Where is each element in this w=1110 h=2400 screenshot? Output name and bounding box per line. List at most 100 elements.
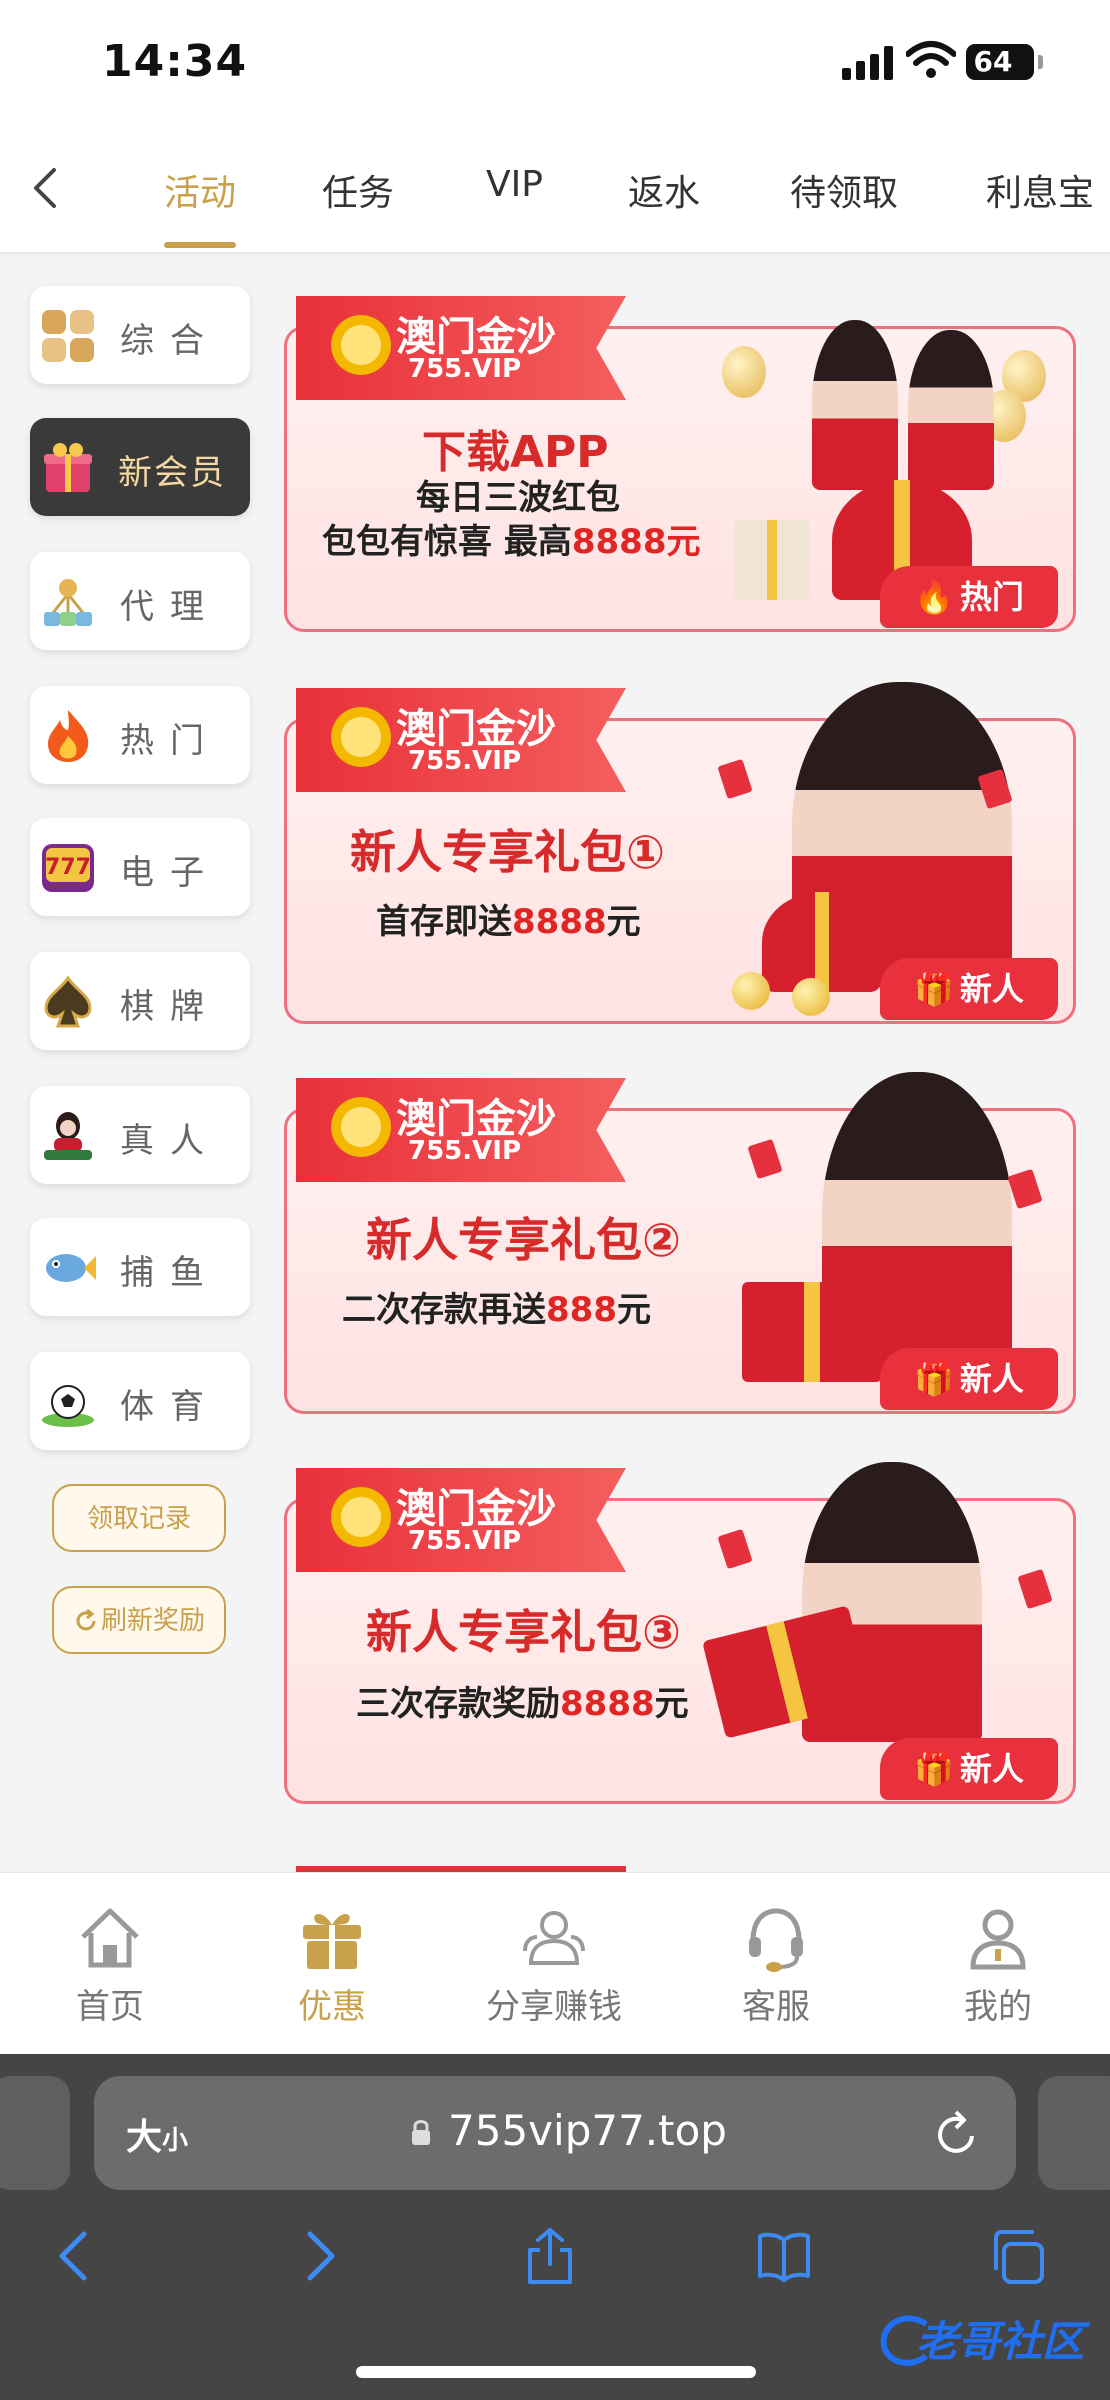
- bottom-navigation: 首页 优惠 分享赚钱 客服 我的: [0, 1872, 1110, 2055]
- sidebar-item-label: 代理: [120, 587, 220, 627]
- badge-label: 新人: [959, 1360, 1024, 1398]
- banner-line: 二次存款再送888元: [342, 1282, 651, 1331]
- nav-label: 我的: [964, 1987, 1032, 2027]
- banner-line-suffix: 元: [654, 1684, 689, 1724]
- sidebar-item-label: 热门: [120, 721, 220, 761]
- sidebar-item-general[interactable]: 综合: [30, 286, 250, 384]
- new-user-badge: 🎁 新人: [880, 1738, 1058, 1800]
- reload-icon[interactable]: [934, 2108, 980, 2158]
- tab-tasks[interactable]: 任务: [322, 164, 394, 216]
- refresh-rewards-label: 刷新奖励: [100, 1606, 205, 1636]
- claim-record-button[interactable]: 领取记录: [52, 1484, 226, 1552]
- new-user-badge: 🎁 新人: [880, 958, 1058, 1020]
- text-size-button[interactable]: 大小: [126, 2108, 188, 2160]
- back-chevron-icon[interactable]: [30, 166, 60, 210]
- sidebar-item-label: 体育: [120, 1387, 220, 1427]
- banner-line: 三次存款奖励8888元: [356, 1676, 689, 1725]
- sidebar-item-live[interactable]: 真人: [30, 1086, 250, 1184]
- tab-vip[interactable]: VIP: [486, 164, 543, 205]
- nav-customer-service[interactable]: 客服: [676, 1903, 876, 2028]
- watermark-logo: 老哥社区: [876, 2306, 1096, 2372]
- nav-label: 分享赚钱: [486, 1987, 622, 2027]
- hot-badge: 🔥 热门: [880, 566, 1058, 628]
- sidebar-item-new-member[interactable]: 新会员: [30, 418, 250, 516]
- tab-activity[interactable]: 活动: [164, 164, 236, 216]
- svg-text:777: 777: [45, 855, 91, 880]
- brand-ribbon: 澳门金沙 755.VIP: [296, 688, 626, 792]
- red-envelope-decoration: [762, 892, 882, 992]
- gift-box-decoration: [734, 520, 810, 600]
- share-users-icon: [523, 1911, 585, 1965]
- nav-share-earn[interactable]: 分享赚钱: [454, 1903, 654, 2028]
- promo-banner-newbie-pack-3[interactable]: 澳门金沙 755.VIP 新人专享礼包③ 三次存款奖励8888元 🎁 新人: [282, 1462, 1076, 1818]
- tab-rebate[interactable]: 返水: [628, 164, 700, 216]
- coin-decoration: [732, 972, 770, 1010]
- user-icon: [970, 1909, 1026, 1970]
- home-icon: [81, 1908, 139, 1968]
- refresh-rewards-button[interactable]: 刷新奖励: [52, 1586, 226, 1654]
- sidebar-item-fishing[interactable]: 捕鱼: [30, 1218, 250, 1316]
- sidebar-item-hot[interactable]: 热门: [30, 686, 250, 784]
- banner-line-suffix: 元: [606, 902, 641, 942]
- nav-label: 客服: [742, 1987, 810, 2027]
- nav-promotions[interactable]: 优惠: [232, 1903, 432, 2028]
- tabs-icon[interactable]: [990, 2226, 1046, 2286]
- gift-icon: 🎁: [914, 1360, 954, 1398]
- sidebar-item-cards[interactable]: 棋牌: [30, 952, 250, 1050]
- banner-title: 新人专享礼包③: [366, 1605, 681, 1659]
- status-bar: 14:34 64: [0, 0, 1110, 130]
- nav-label: 优惠: [298, 1987, 366, 2027]
- tab-pending[interactable]: 待领取: [790, 164, 898, 216]
- lock-icon: [412, 2120, 430, 2145]
- agent-network-icon: [44, 579, 92, 626]
- brand-ribbon: 澳门金沙 755.VIP: [296, 1468, 626, 1572]
- cellular-signal-icon: [842, 46, 893, 80]
- promo-banner-newbie-pack-2[interactable]: 澳门金沙 755.VIP 新人专享礼包② 二次存款再送888元 🎁 新人: [282, 1072, 1076, 1428]
- tab-interest[interactable]: 利息宝: [986, 164, 1094, 216]
- banner-line-amount: 8888: [560, 1684, 655, 1724]
- sidebar-item-slots[interactable]: 777 电子: [30, 818, 250, 916]
- badge-label: 新人: [959, 970, 1024, 1008]
- promo-banner-download-app[interactable]: 澳门金沙 755.VIP 下载APP 每日三波红包 包包有惊喜 最高8888元 …: [282, 290, 1076, 646]
- refresh-icon: [76, 1608, 96, 1631]
- wifi-icon: [906, 41, 956, 78]
- banner-title: 新人专享礼包①: [350, 825, 665, 879]
- coin-decoration: [792, 978, 830, 1016]
- gift-box-decoration: [742, 1282, 882, 1382]
- share-icon[interactable]: [522, 2226, 578, 2286]
- brand-ribbon: 澳门金沙 755.VIP: [296, 296, 626, 400]
- banner-line2-amount: 8888元: [571, 522, 701, 562]
- brand-domain: 755.VIP: [408, 1526, 522, 1556]
- banner-line1: 每日三波红包: [416, 478, 620, 518]
- gift-icon: 🎁: [914, 1750, 954, 1788]
- brand-domain: 755.VIP: [408, 746, 522, 776]
- browser-back-icon[interactable]: [48, 2226, 104, 2286]
- brand-domain: 755.VIP: [408, 1136, 522, 1166]
- next-tab-preview[interactable]: [1038, 2076, 1110, 2190]
- battery-level: 64: [973, 45, 1013, 78]
- banner-title: 新人专享礼包②: [366, 1213, 681, 1267]
- banner-line-suffix: 元: [616, 1290, 651, 1330]
- banner-line-amount: 888: [546, 1290, 617, 1330]
- gift-icon: 🎁: [914, 970, 954, 1008]
- fish-icon: [46, 1254, 96, 1282]
- browser-forward-icon[interactable]: [290, 2226, 346, 2286]
- promo-banner-newbie-pack-1[interactable]: 澳门金沙 755.VIP 新人专享礼包① 首存即送8888元 🎁 新人: [282, 682, 1076, 1038]
- soccer-ball-icon: [42, 1385, 94, 1427]
- sidebar-item-label: 捕鱼: [120, 1253, 220, 1293]
- banner-line: 首存即送8888元: [376, 894, 641, 943]
- previous-tab-preview[interactable]: [0, 2076, 70, 2190]
- nav-home[interactable]: 首页: [10, 1903, 210, 2028]
- banner-line-amount: 8888: [512, 902, 607, 942]
- bookmarks-icon[interactable]: [756, 2226, 812, 2286]
- address-bar[interactable]: 大小 755vip77.top: [94, 2076, 1016, 2190]
- sun-logo-icon: [326, 1092, 396, 1162]
- sidebar-item-label: 新会员: [118, 453, 226, 493]
- sidebar-item-label: 电子: [120, 853, 220, 893]
- nav-profile[interactable]: 我的: [898, 1903, 1098, 2028]
- text-size-small: 小: [162, 2126, 189, 2156]
- brand-domain: 755.VIP: [408, 354, 522, 384]
- sidebar-item-sports[interactable]: 体育: [30, 1352, 250, 1450]
- sidebar-item-agent[interactable]: 代理: [30, 552, 250, 650]
- brand-ribbon: 澳门金沙 755.VIP: [296, 1078, 626, 1182]
